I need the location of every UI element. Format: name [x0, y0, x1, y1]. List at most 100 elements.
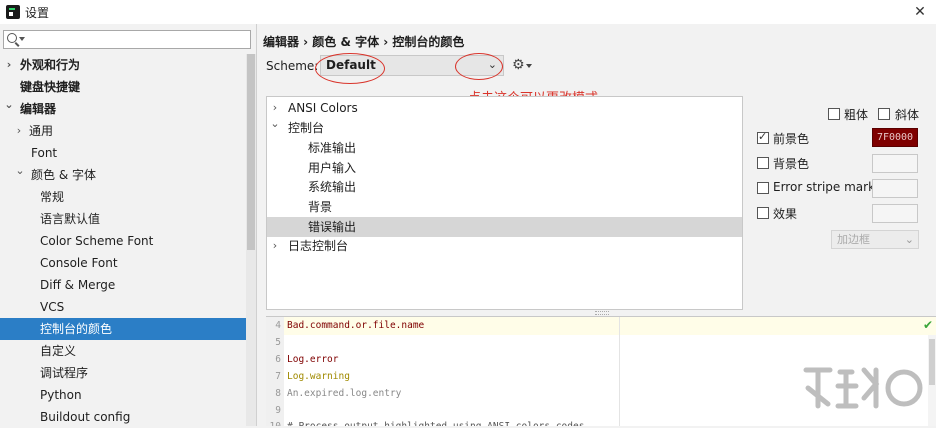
line-number: 4 — [275, 320, 281, 331]
chevron-right-icon[interactable]: › — [14, 120, 24, 142]
close-button[interactable]: ✕ — [910, 2, 930, 22]
tree-item-console[interactable]: ⌄ 控制台 — [267, 117, 742, 138]
background-label: 背景色 — [773, 157, 810, 171]
chevron-right-icon[interactable]: › — [4, 54, 14, 76]
sidebar-item-label: 颜色 & 字体 — [31, 168, 96, 182]
pycharm-logo-icon — [6, 5, 20, 19]
code-line: Bad.command.or.file.name — [287, 320, 425, 331]
sidebar-item-keymap[interactable]: 键盘快捷键 — [0, 76, 246, 98]
preview-scroll-thumb[interactable] — [929, 339, 935, 385]
scheme-label: Scheme: — [266, 59, 319, 73]
italic-label: 斜体 — [895, 108, 920, 122]
sidebar-item-appearance[interactable]: › 外观和行为 — [0, 54, 246, 76]
tree-item-label: 日志控制台 — [288, 239, 349, 253]
sidebar-item-label: 语言默认值 — [40, 212, 101, 226]
code-line: Log.error — [287, 354, 339, 365]
sidebar-item-label: 常规 — [40, 190, 65, 204]
sidebar-item-console-colors[interactable]: 控制台的颜色 — [0, 318, 246, 340]
sidebar-item-label: 自定义 — [40, 344, 77, 358]
annotation-oval-scheme — [315, 53, 385, 84]
chevron-down-icon[interactable]: ⌄ — [270, 114, 280, 134]
sidebar-item-buildout-config[interactable]: Buildout config — [0, 406, 246, 428]
sidebar-item-label: Python — [40, 388, 82, 402]
title-bar: 设置 ✕ — [0, 0, 936, 24]
tree-item-user-input[interactable]: 用户输入 — [267, 158, 742, 178]
effect-type-dropdown[interactable]: 加边框 ⌄ — [831, 230, 919, 249]
sidebar-item-label: Console Font — [40, 256, 118, 270]
breadcrumb: 编辑器 › 颜色 & 字体 › 控制台的颜色 — [263, 35, 465, 49]
preview-scrollbar[interactable] — [928, 335, 936, 426]
code-line: An.expired.log.entry — [287, 388, 402, 399]
tree-item-system-output[interactable]: 系统输出 — [267, 177, 742, 197]
tree-item-log-console[interactable]: › 日志控制台 — [267, 236, 742, 256]
sidebar-item-general[interactable]: › 通用 — [0, 120, 246, 142]
sidebar-scroll-thumb[interactable] — [247, 54, 255, 250]
tree-item-label: 标准输出 — [308, 141, 357, 155]
sidebar-item-label: 调试程序 — [40, 366, 89, 380]
search-input[interactable] — [3, 30, 251, 49]
line-number: 10 — [269, 418, 281, 426]
effect-type-value: 加边框 — [837, 233, 870, 246]
tree-item-standard-output[interactable]: 标准输出 — [267, 138, 742, 158]
chevron-down-icon[interactable]: ⌄ — [4, 94, 14, 116]
sidebar-item-colors-fonts[interactable]: ⌄ 颜色 & 字体 — [0, 164, 246, 186]
foreground-label: 前景色 — [773, 132, 810, 146]
tree-item-label: 背景 — [308, 200, 333, 214]
sidebar-item-label: VCS — [40, 300, 65, 314]
sidebar-item-label: 通用 — [29, 124, 54, 138]
sidebar-scrollbar[interactable] — [246, 54, 256, 426]
window-title: 设置 — [25, 6, 50, 20]
tree-item-label: 错误输出 — [308, 220, 357, 234]
check-icon: ✔ — [922, 318, 933, 332]
chevron-right-icon[interactable]: › — [270, 236, 280, 256]
sidebar-item-editor[interactable]: ⌄ 编辑器 — [0, 98, 246, 120]
error-stripe-checkbox[interactable] — [757, 182, 769, 194]
error-stripe-color-swatch[interactable] — [872, 179, 918, 198]
splitter-handle[interactable] — [595, 311, 609, 315]
sidebar-item-font[interactable]: Font — [0, 142, 246, 164]
tree-item-label: ANSI Colors — [288, 101, 358, 115]
background-color-swatch[interactable] — [872, 154, 918, 173]
sidebar-item-language-defaults[interactable]: 语言默认值 — [0, 208, 246, 230]
error-stripe-label: Error stripe mark — [773, 180, 876, 194]
preview-right-margin — [619, 317, 620, 426]
sidebar-item-custom[interactable]: 自定义 — [0, 340, 246, 362]
tree-item-background[interactable]: 背景 — [267, 197, 742, 217]
gear-icon[interactable]: ⚙ — [512, 58, 525, 72]
tree-item-label: 系统输出 — [308, 180, 357, 194]
gear-menu-chevron-icon[interactable] — [526, 64, 532, 68]
tree-item-error-output[interactable]: 错误输出 — [267, 217, 742, 237]
sidebar-item-general-colors[interactable]: 常规 — [0, 186, 246, 208]
watermark-logo-icon — [803, 367, 923, 409]
background-checkbox[interactable] — [757, 157, 769, 169]
sidebar-item-vcs[interactable]: VCS — [0, 296, 246, 318]
foreground-checkbox[interactable] — [757, 130, 769, 144]
sidebar-item-label: 外观和行为 — [20, 58, 81, 72]
sidebar-item-label: Buildout config — [40, 410, 131, 424]
tree-item-ansi-colors[interactable]: › ANSI Colors — [267, 98, 742, 118]
sidebar-item-label: Color Scheme Font — [40, 234, 154, 248]
foreground-color-swatch[interactable]: 7F0000 — [872, 128, 918, 147]
effects-color-swatch[interactable] — [872, 204, 918, 223]
tree-item-label: 控制台 — [288, 121, 325, 135]
sidebar-item-debugger[interactable]: 调试程序 — [0, 362, 246, 384]
chevron-down-icon[interactable]: ⌄ — [15, 160, 25, 182]
search-options-chevron-icon[interactable] — [19, 37, 25, 41]
italic-checkbox[interactable] — [878, 108, 890, 120]
sidebar-item-diff-merge[interactable]: Diff & Merge — [0, 274, 246, 296]
sidebar-item-label: 编辑器 — [20, 102, 57, 116]
line-number: 6 — [275, 354, 281, 365]
bold-checkbox[interactable] — [828, 108, 840, 120]
annotation-oval-chevron — [455, 53, 503, 80]
code-line: Log.warning — [287, 371, 350, 382]
chevron-down-icon[interactable]: ⌄ — [905, 231, 914, 248]
attributes-tree: › ANSI Colors ⌄ 控制台 标准输出 用户输入 系统输出 背景 错误… — [266, 96, 743, 310]
line-number: 9 — [275, 405, 281, 416]
search-icon — [7, 33, 17, 43]
sidebar-item-label: 键盘快捷键 — [20, 80, 81, 94]
sidebar-item-console-font[interactable]: Console Font — [0, 252, 246, 274]
sidebar-item-python[interactable]: Python — [0, 384, 246, 406]
sidebar-item-color-scheme-font[interactable]: Color Scheme Font — [0, 230, 246, 252]
effects-checkbox[interactable] — [757, 207, 769, 219]
effects-label: 效果 — [773, 207, 798, 221]
